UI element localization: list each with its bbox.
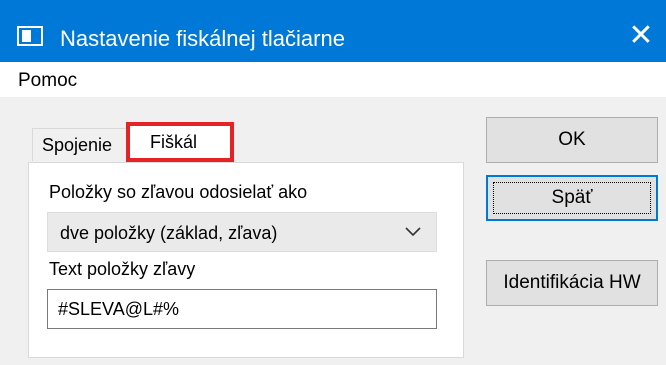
discount-items-label: Položky so zľavou odosielať ako bbox=[49, 182, 308, 202]
discount-text-input[interactable] bbox=[47, 289, 437, 329]
ok-button[interactable]: OK bbox=[486, 117, 658, 163]
discount-mode-select[interactable]: dve položky (základ, zľava) bbox=[47, 212, 437, 252]
tab-fiscal-label: Fiškál bbox=[150, 132, 198, 152]
menu-bar: Pomoc bbox=[0, 62, 666, 98]
back-button[interactable]: Späť bbox=[486, 175, 658, 221]
title-bar: Nastavenie fiskálnej tlačiarne ✕ bbox=[0, 0, 666, 62]
chevron-down-icon bbox=[405, 227, 421, 237]
tab-connection-label: Spojenie bbox=[42, 135, 113, 155]
discount-mode-value: dve položky (základ, zľava) bbox=[60, 223, 278, 243]
hw-identification-button[interactable]: Identifikácia HW bbox=[486, 260, 658, 306]
tab-connection[interactable]: Spojenie bbox=[32, 128, 128, 161]
menu-item-help[interactable]: Pomoc bbox=[18, 70, 77, 92]
tab-panel-fiscal: Položky so zľavou odosielať ako dve polo… bbox=[28, 162, 464, 358]
close-button[interactable]: ✕ bbox=[616, 14, 666, 58]
focus-rectangle bbox=[493, 182, 651, 214]
app-window-icon bbox=[17, 26, 43, 46]
hw-identification-label: Identifikácia HW bbox=[503, 272, 641, 293]
discount-text-label: Text položky zľavy bbox=[49, 259, 196, 279]
window-title: Nastavenie fiskálnej tlačiarne bbox=[60, 26, 345, 51]
ok-button-label: OK bbox=[558, 129, 586, 150]
tab-fiscal[interactable]: Fiškál bbox=[126, 122, 234, 162]
